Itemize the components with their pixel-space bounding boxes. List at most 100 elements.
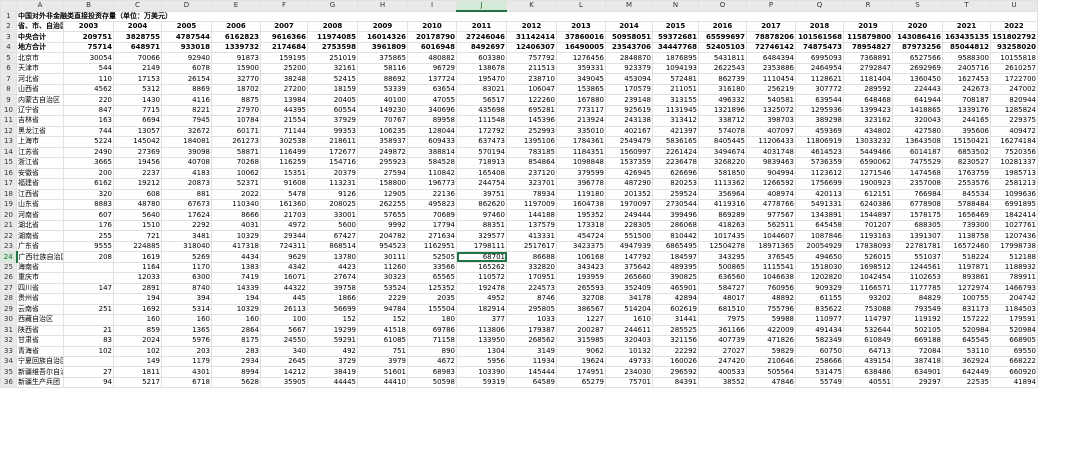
value-cell[interactable]: 923379 bbox=[605, 62, 653, 75]
value-cell[interactable]: 256219 bbox=[746, 83, 796, 96]
value-cell[interactable]: 375642 bbox=[605, 261, 653, 274]
value-cell[interactable]: 113806 bbox=[456, 324, 507, 337]
region-name-cell[interactable]: 湖北省 bbox=[16, 219, 64, 232]
value-cell[interactable]: 133950 bbox=[456, 335, 507, 347]
value-cell[interactable]: 1578175 bbox=[892, 209, 943, 221]
row-header[interactable]: 24 bbox=[0, 251, 18, 263]
value-cell[interactable]: 4342 bbox=[260, 261, 308, 274]
value-cell[interactable]: 179387 bbox=[506, 324, 557, 337]
value-cell[interactable]: 1604738 bbox=[556, 198, 606, 211]
value-cell[interactable] bbox=[63, 261, 114, 274]
value-cell[interactable]: 160 bbox=[113, 314, 162, 326]
value-cell[interactable]: 6694 bbox=[113, 115, 162, 127]
value-cell[interactable]: 6527566 bbox=[892, 52, 943, 64]
value-cell[interactable]: 637473 bbox=[456, 136, 507, 148]
value-cell[interactable]: 22136 bbox=[407, 188, 457, 200]
value-cell[interactable]: 572481 bbox=[652, 73, 699, 85]
value-cell[interactable]: 59988 bbox=[746, 314, 796, 326]
value-cell[interactable]: 343423 bbox=[556, 261, 606, 274]
value-cell[interactable]: 1042454 bbox=[843, 272, 893, 284]
value-cell[interactable]: 53524 bbox=[357, 282, 408, 295]
value-cell[interactable]: 27027 bbox=[698, 345, 747, 358]
value-cell[interactable]: 92940 bbox=[161, 52, 212, 64]
value-cell[interactable]: 218611 bbox=[307, 136, 358, 148]
value-cell[interactable]: 933018 bbox=[161, 41, 212, 54]
value-cell[interactable]: 1900923 bbox=[843, 178, 893, 190]
value-cell[interactable]: 1170 bbox=[161, 261, 212, 274]
value-cell[interactable]: 505564 bbox=[746, 366, 796, 378]
value-cell[interactable]: 2553576 bbox=[942, 178, 991, 190]
value-cell[interactable]: 100755 bbox=[942, 293, 991, 305]
value-cell[interactable]: 296592 bbox=[652, 366, 699, 378]
value-cell[interactable]: 773117 bbox=[556, 104, 606, 117]
row-header[interactable]: 8 bbox=[0, 83, 17, 96]
value-cell[interactable]: 2405716 bbox=[942, 62, 991, 75]
value-cell[interactable]: 71158 bbox=[407, 335, 457, 347]
value-cell[interactable]: 379599 bbox=[556, 167, 606, 180]
value-cell[interactable]: 512188 bbox=[990, 251, 1038, 263]
value-cell[interactable]: 1304 bbox=[456, 345, 507, 358]
row-header[interactable]: 13 bbox=[0, 136, 17, 148]
value-cell[interactable]: 4031748 bbox=[746, 146, 796, 159]
value-cell[interactable]: 39098 bbox=[161, 146, 212, 159]
value-cell[interactable]: 145396 bbox=[506, 115, 557, 127]
value-cell[interactable]: 71144 bbox=[260, 125, 308, 138]
value-cell[interactable]: 835622 bbox=[795, 303, 844, 316]
value-cell[interactable]: 184081 bbox=[161, 136, 212, 148]
value-cell[interactable]: 138678 bbox=[456, 62, 507, 75]
value-cell[interactable]: 320403 bbox=[605, 335, 653, 347]
value-cell[interactable]: 454724 bbox=[556, 230, 606, 242]
value-cell[interactable]: 41894 bbox=[990, 376, 1038, 389]
region-name-cell[interactable]: 湖南省 bbox=[16, 230, 64, 242]
value-cell[interactable]: 315985 bbox=[556, 335, 606, 347]
value-cell[interactable]: 2261424 bbox=[652, 146, 699, 159]
row-header[interactable]: 15 bbox=[0, 157, 17, 169]
value-cell[interactable]: 27594 bbox=[357, 167, 408, 180]
value-cell[interactable]: 1537359 bbox=[605, 157, 653, 169]
value-cell[interactable]: 407097 bbox=[746, 125, 796, 138]
value-cell[interactable]: 116259 bbox=[260, 157, 308, 169]
value-cell[interactable]: 695281 bbox=[506, 104, 557, 117]
value-cell[interactable]: 13033232 bbox=[843, 136, 893, 148]
value-cell[interactable]: 157222 bbox=[942, 314, 991, 326]
value-cell[interactable]: 492 bbox=[307, 345, 358, 358]
value-cell[interactable]: 244611 bbox=[605, 324, 653, 337]
value-cell[interactable]: 323701 bbox=[506, 178, 557, 190]
region-name-cell[interactable]: 北京市 bbox=[16, 52, 64, 64]
column-header[interactable]: J bbox=[456, 0, 507, 12]
value-cell[interactable]: 16014326 bbox=[357, 31, 408, 43]
value-cell[interactable]: 60750 bbox=[795, 345, 844, 358]
value-cell[interactable]: 1798111 bbox=[456, 240, 507, 253]
value-cell[interactable]: 413331 bbox=[506, 230, 557, 242]
value-cell[interactable]: 422009 bbox=[746, 324, 796, 337]
value-cell[interactable]: 1244561 bbox=[892, 261, 943, 274]
value-cell[interactable]: 377 bbox=[456, 314, 507, 326]
value-cell[interactable]: 17794 bbox=[407, 219, 457, 232]
row-header[interactable]: 19 bbox=[0, 198, 17, 211]
value-cell[interactable]: 27970 bbox=[211, 104, 261, 117]
column-header[interactable]: E bbox=[211, 0, 261, 12]
value-cell[interactable]: 12033 bbox=[113, 272, 162, 284]
region-name-cell[interactable]: 新疆生产兵团 bbox=[16, 376, 64, 389]
value-cell[interactable]: 389298 bbox=[795, 115, 844, 127]
value-cell[interactable]: 359331 bbox=[556, 62, 606, 75]
value-cell[interactable]: 5478 bbox=[260, 188, 308, 200]
value-cell[interactable]: 668222 bbox=[990, 355, 1038, 368]
region-name-cell[interactable]: 四川省 bbox=[16, 282, 64, 295]
value-cell[interactable]: 4183 bbox=[161, 167, 212, 180]
value-cell[interactable]: 718913 bbox=[456, 157, 507, 169]
value-cell[interactable]: 6162 bbox=[63, 178, 114, 190]
value-cell[interactable]: 2292 bbox=[161, 219, 212, 232]
value-cell[interactable]: 408974 bbox=[746, 188, 796, 200]
value-cell[interactable]: 1339732 bbox=[211, 41, 261, 54]
value-cell[interactable]: 1295936 bbox=[795, 104, 844, 117]
value-cell[interactable]: 925619 bbox=[605, 104, 653, 117]
value-cell[interactable]: 2149 bbox=[113, 62, 162, 75]
value-cell[interactable]: 10329 bbox=[211, 230, 261, 242]
value-cell[interactable]: 39758 bbox=[307, 282, 358, 295]
active-cell[interactable]: 68701 bbox=[456, 251, 507, 263]
value-cell[interactable]: 639544 bbox=[795, 94, 844, 106]
value-cell[interactable]: 2022 bbox=[211, 188, 261, 200]
select-all-corner[interactable] bbox=[0, 0, 17, 12]
value-cell[interactable]: 83 bbox=[63, 335, 114, 347]
